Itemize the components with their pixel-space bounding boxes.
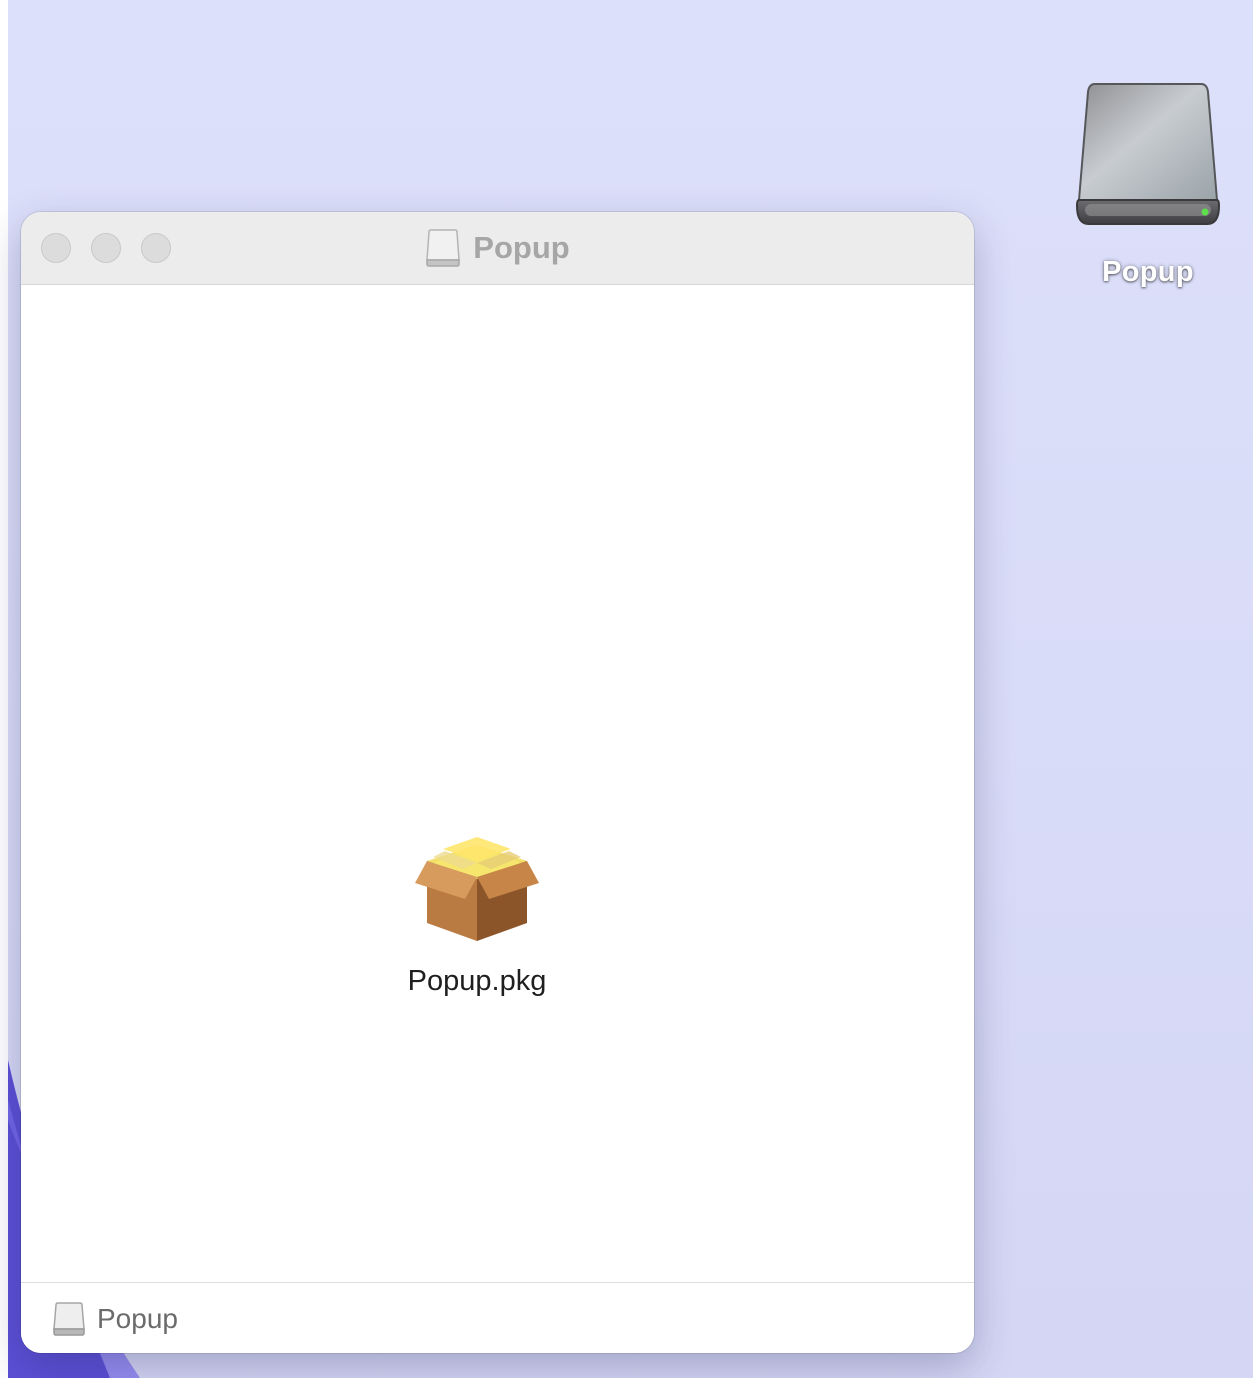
desktop-drive-popup[interactable]: Popup (1068, 78, 1228, 308)
file-item-popup-pkg[interactable]: Popup.pkg (377, 837, 577, 998)
window-titlebar[interactable]: Popup (21, 212, 974, 285)
path-bar[interactable]: Popup (21, 1282, 974, 1353)
window-content[interactable]: Popup.pkg (21, 285, 974, 1282)
screen-edge (0, 0, 8, 1378)
drive-icon (53, 1301, 85, 1336)
desktop-drive-label: Popup (1102, 256, 1194, 288)
external-drive-icon (1075, 83, 1221, 225)
file-item-label: Popup.pkg (407, 965, 547, 997)
finder-window[interactable]: Popup Popup.pkg Popup (21, 212, 974, 1353)
package-icon (415, 837, 539, 941)
path-bar-label[interactable]: Popup (97, 1303, 178, 1335)
drive-icon (426, 229, 461, 267)
window-title: Popup (21, 212, 974, 284)
window-title-text: Popup (473, 230, 570, 265)
